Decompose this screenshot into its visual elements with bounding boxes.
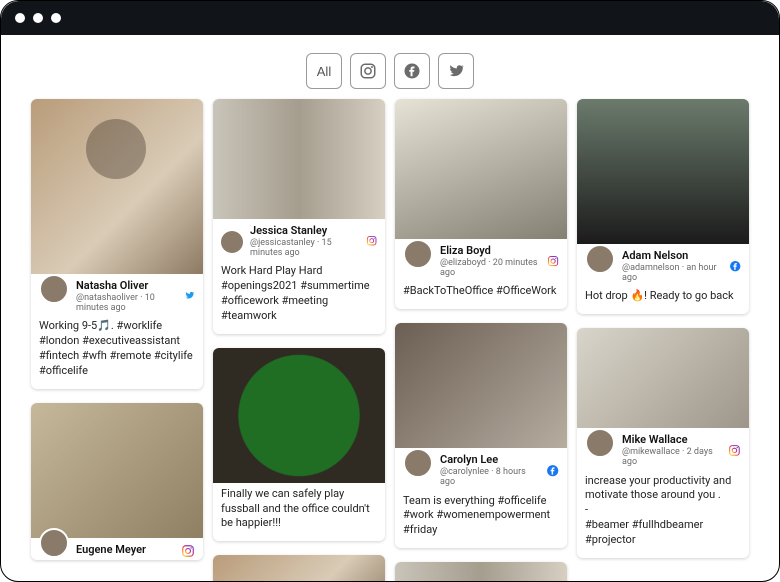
post-card[interactable]: Finally we can safely play fussball and … xyxy=(213,348,385,542)
instagram-icon xyxy=(181,544,195,558)
post-meta: @natashaoliver · 10 minutes ago xyxy=(76,293,177,314)
post-header: Eliza Boyd @elizaboyd · 20 minutes ago xyxy=(395,239,567,280)
post-image xyxy=(31,403,203,538)
post-card[interactable] xyxy=(213,555,385,582)
twitter-icon xyxy=(447,62,465,80)
avatar xyxy=(585,428,615,458)
filter-twitter-button[interactable] xyxy=(438,53,474,89)
post-meta: @elizaboyd · 20 minutes ago xyxy=(440,258,540,279)
facebook-icon xyxy=(729,260,741,274)
avatar xyxy=(585,244,615,274)
post-image xyxy=(577,328,749,428)
post-text: Team is everything #officelife #work #wo… xyxy=(395,490,567,549)
avatar xyxy=(39,274,69,304)
filter-facebook-button[interactable] xyxy=(394,53,430,89)
post-author: Natasha Oliver xyxy=(76,280,177,293)
window-dot xyxy=(33,13,43,23)
post-card[interactable] xyxy=(395,562,567,582)
post-image xyxy=(395,562,567,582)
filter-instagram-button[interactable] xyxy=(350,53,386,89)
post-author: Jessica Stanley xyxy=(250,225,359,238)
post-header: Carolyn Lee @carolynlee · 8 hours ago xyxy=(395,448,567,489)
post-author: Adam Nelson xyxy=(622,250,722,263)
post-image xyxy=(213,555,385,582)
post-meta: @carolynlee · 8 hours ago xyxy=(440,467,539,488)
post-author: Mike Wallace xyxy=(622,434,721,447)
post-image xyxy=(213,348,385,483)
post-image xyxy=(577,99,749,244)
post-image xyxy=(395,323,567,448)
post-image xyxy=(213,99,385,219)
window-dot xyxy=(51,13,61,23)
facebook-icon xyxy=(403,62,421,80)
post-card[interactable]: Jessica Stanley @jessicastanley · 15 min… xyxy=(213,99,385,334)
filter-all-button[interactable]: All xyxy=(306,53,342,89)
twitter-icon xyxy=(184,290,195,304)
post-header: Jessica Stanley @jessicastanley · 15 min… xyxy=(213,219,385,260)
post-author: Eliza Boyd xyxy=(440,245,540,258)
post-header: Natasha Oliver @natashaoliver · 10 minut… xyxy=(31,274,203,315)
post-text: Work Hard Play Hard #openings2021 #summe… xyxy=(213,260,385,333)
feed-grid: Natasha Oliver @natashaoliver · 10 minut… xyxy=(1,99,779,582)
post-header: Eugene Meyer xyxy=(31,538,203,560)
title-bar xyxy=(1,1,779,35)
post-card[interactable]: Carolyn Lee @carolynlee · 8 hours ago Te… xyxy=(395,323,567,548)
instagram-icon xyxy=(728,444,741,458)
instagram-icon xyxy=(547,255,559,269)
post-meta: @adamnelson · an hour ago xyxy=(622,263,722,284)
browser-frame: All Natasha Oliver xyxy=(0,0,780,582)
post-meta: @mikewallace · 2 days ago xyxy=(622,447,721,468)
post-image xyxy=(395,99,567,239)
post-meta: @jessicastanley · 15 minutes ago xyxy=(250,238,359,259)
instagram-icon xyxy=(359,62,377,80)
post-author: Eugene Meyer xyxy=(76,544,146,557)
avatar xyxy=(403,239,433,269)
window-dot xyxy=(15,13,25,23)
post-card[interactable]: Eugene Meyer xyxy=(31,403,203,560)
viewport: All Natasha Oliver xyxy=(1,35,779,582)
post-card[interactable]: Natasha Oliver @natashaoliver · 10 minut… xyxy=(31,99,203,389)
post-text: Finally we can safely play fussball and … xyxy=(213,483,385,542)
post-author: Carolyn Lee xyxy=(440,454,539,467)
facebook-icon xyxy=(546,464,559,478)
avatar xyxy=(221,231,243,253)
post-text: increase your productivity and motivate … xyxy=(577,470,749,558)
post-card[interactable]: Adam Nelson @adamnelson · an hour ago Ho… xyxy=(577,99,749,314)
instagram-icon xyxy=(366,235,377,249)
post-text: Working 9-5🎵. #worklife #london #executi… xyxy=(31,315,203,388)
post-card[interactable]: Eliza Boyd @elizaboyd · 20 minutes ago #… xyxy=(395,99,567,309)
post-header: Adam Nelson @adamnelson · an hour ago xyxy=(577,244,749,285)
filter-bar: All xyxy=(1,35,779,99)
post-image xyxy=(31,99,203,274)
post-card[interactable]: Mike Wallace @mikewallace · 2 days ago i… xyxy=(577,328,749,558)
post-text: Hot drop 🔥! Ready to go back xyxy=(577,285,749,314)
avatar xyxy=(39,528,69,558)
filter-all-label: All xyxy=(317,64,331,79)
avatar xyxy=(403,448,433,478)
post-text: #BackToTheOffice #OfficeWork xyxy=(395,280,567,309)
post-header: Mike Wallace @mikewallace · 2 days ago xyxy=(577,428,749,469)
